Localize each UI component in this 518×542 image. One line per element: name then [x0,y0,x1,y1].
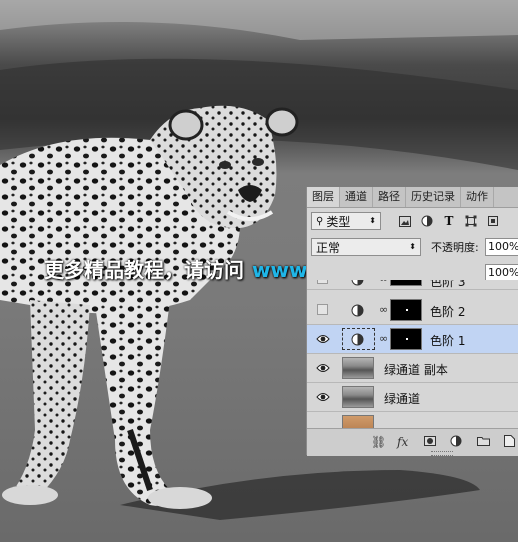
eye-icon[interactable] [316,391,330,403]
link-chain-icon[interactable]: ∞ [379,332,388,345]
layer-green-channel[interactable]: 绿通道 [307,383,518,412]
type-filter-icon[interactable]: T [441,213,457,229]
link-chain-icon[interactable]: ∞ [379,303,388,316]
filter-row: ⚲ 类型 ⬍ T [307,208,518,234]
folder-icon[interactable] [477,436,490,446]
adjustment-layer-icon [351,304,364,317]
opacity-input[interactable]: 100% [485,238,518,256]
layer-thumbnail[interactable] [342,357,374,379]
adjustment-filter-icon[interactable] [419,213,435,229]
mask-icon[interactable] [424,436,436,446]
visibility-toggle[interactable] [317,304,328,315]
link-icon[interactable]: ⛓ [371,435,386,449]
layers-bottom-bar: ⛓ fx [307,428,518,456]
layer-mask-thumb[interactable] [390,328,422,350]
layer-thumbnail[interactable] [342,415,374,428]
blend-mode-select[interactable]: 正常 ⬍ [311,238,421,256]
layer-name: 绿通道 [384,390,420,407]
tab-history[interactable]: 历史记录 [406,187,461,207]
search-icon: ⚲ [316,216,323,227]
layer-levels-1[interactable]: ∞ 色阶 1 [307,325,518,354]
tab-channels[interactable]: 通道 [340,187,373,207]
layer-levels-3[interactable]: ∞ 色阶 3 [307,280,518,290]
layer-name: 绿通道 副本 [384,361,448,378]
layer-filter-label: 类型 [326,213,350,230]
visibility-toggle[interactable] [317,280,328,284]
layer-mask-thumb[interactable] [390,280,422,286]
layer-name: 色阶 2 [430,303,465,320]
watermark-text: 更多精品教程，请访问 [44,258,244,282]
layer-thumbnail[interactable] [342,386,374,408]
updown-arrow-icon: ⬍ [409,239,416,255]
layer-levels-2[interactable]: ∞ 色阶 2 [307,296,518,325]
fx-icon[interactable]: fx [397,435,408,449]
resize-grip[interactable] [431,451,453,456]
blend-row: 正常 ⬍ 不透明度: 100% [307,234,518,260]
tab-paths[interactable]: 路径 [373,187,406,207]
layer-name: 色阶 1 [430,332,465,349]
adjustment-layer-icon [351,333,364,346]
layer-filter-select[interactable]: ⚲ 类型 ⬍ [311,212,381,230]
layer-mask-thumb[interactable] [390,299,422,321]
layer-background[interactable] [307,412,518,428]
adjustment-icon[interactable] [450,435,462,447]
shape-filter-icon[interactable] [463,213,479,229]
new-layer-icon[interactable] [504,435,515,447]
layer-name: 色阶 3 [430,280,465,290]
blend-mode-value: 正常 [316,239,340,256]
image-filter-icon[interactable] [397,213,413,229]
layer-green-channel-copy[interactable]: 绿通道 副本 [307,354,518,383]
layers-list: ∞ 色阶 3 ∞ 色阶 2 ∞ 色阶 1 绿通道 副本 绿通 [307,280,518,428]
eye-icon[interactable] [316,333,330,345]
tab-actions[interactable]: 动作 [461,187,494,207]
panel-tabs: 图层 通道 路径 历史记录 动作 [307,187,518,208]
opacity-label: 不透明度: [431,239,479,255]
smart-object-filter-icon[interactable] [485,213,501,229]
tab-layers[interactable]: 图层 [307,187,340,207]
adjustment-layer-icon [351,280,364,286]
updown-arrow-icon: ⬍ [369,213,376,229]
link-chain-icon[interactable]: ∞ [379,280,388,285]
layers-panel: 图层 通道 路径 历史记录 动作 ⚲ 类型 ⬍ T 正常 ⬍ 不透明度: 100 [306,187,518,455]
eye-icon[interactable] [316,362,330,374]
